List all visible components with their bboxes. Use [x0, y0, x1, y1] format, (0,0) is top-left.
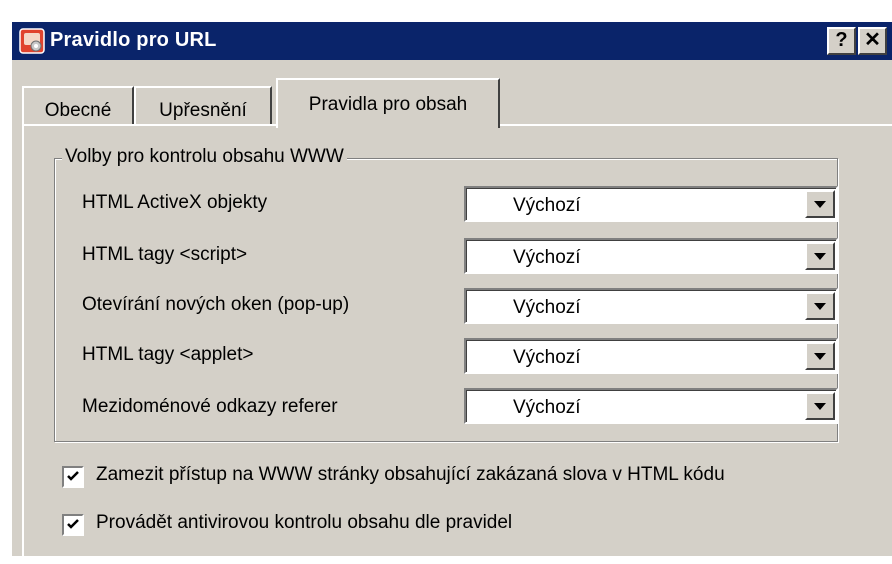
block-forbidden-words-checkbox[interactable]: [62, 466, 84, 488]
antivirus-check-checkbox[interactable]: [62, 514, 84, 536]
row-label-referer: Mezidoménové odkazy referer: [82, 396, 338, 417]
dropdown-arrow-icon[interactable]: [805, 190, 835, 218]
select-value: Výchozí: [513, 297, 581, 318]
select-value: Výchozí: [513, 347, 581, 368]
checkmark-icon: [67, 471, 79, 481]
popup-select[interactable]: Výchozí: [464, 288, 838, 324]
title-bar[interactable]: Pravidlo pro URL ? ✕: [12, 22, 892, 60]
antivirus-check-label[interactable]: Provádět antivirovou kontrolu obsahu dle…: [96, 512, 512, 534]
dropdown-arrow-icon[interactable]: [805, 392, 835, 420]
tab-obecne[interactable]: Obecné: [22, 86, 134, 124]
row-label-applet: HTML tagy <applet>: [82, 344, 254, 365]
select-value: Výchozí: [513, 397, 581, 418]
dropdown-arrow-icon[interactable]: [805, 342, 835, 370]
row-label-popup: Otevírání nových oken (pop-up): [82, 294, 350, 315]
group-legend: Volby pro kontrolu obsahu WWW: [62, 146, 347, 168]
window-title: Pravidlo pro URL: [50, 29, 217, 51]
select-value: Výchozí: [513, 247, 581, 268]
row-label-activex: HTML ActiveX objekty: [82, 192, 268, 213]
tab-pravidla-pro-obsah[interactable]: Pravidla pro obsah: [276, 78, 500, 128]
applet-select[interactable]: Výchozí: [464, 338, 838, 374]
dropdown-arrow-icon[interactable]: [805, 292, 835, 320]
rule-settings-icon: [19, 28, 45, 54]
dropdown-arrow-icon[interactable]: [805, 242, 835, 270]
block-forbidden-words-label[interactable]: Zamezit přístup na WWW stránky obsahujíc…: [96, 464, 725, 486]
referer-select[interactable]: Výchozí: [464, 388, 838, 424]
row-label-script: HTML tagy <script>: [82, 244, 248, 265]
tab-upresneni[interactable]: Upřesnění: [134, 86, 272, 124]
select-value: Výchozí: [513, 195, 581, 216]
close-button[interactable]: ✕: [858, 27, 887, 55]
help-button[interactable]: ?: [827, 27, 856, 55]
checkmark-icon: [67, 519, 79, 529]
script-select[interactable]: Výchozí: [464, 238, 838, 274]
activex-select[interactable]: Výchozí: [464, 186, 838, 222]
